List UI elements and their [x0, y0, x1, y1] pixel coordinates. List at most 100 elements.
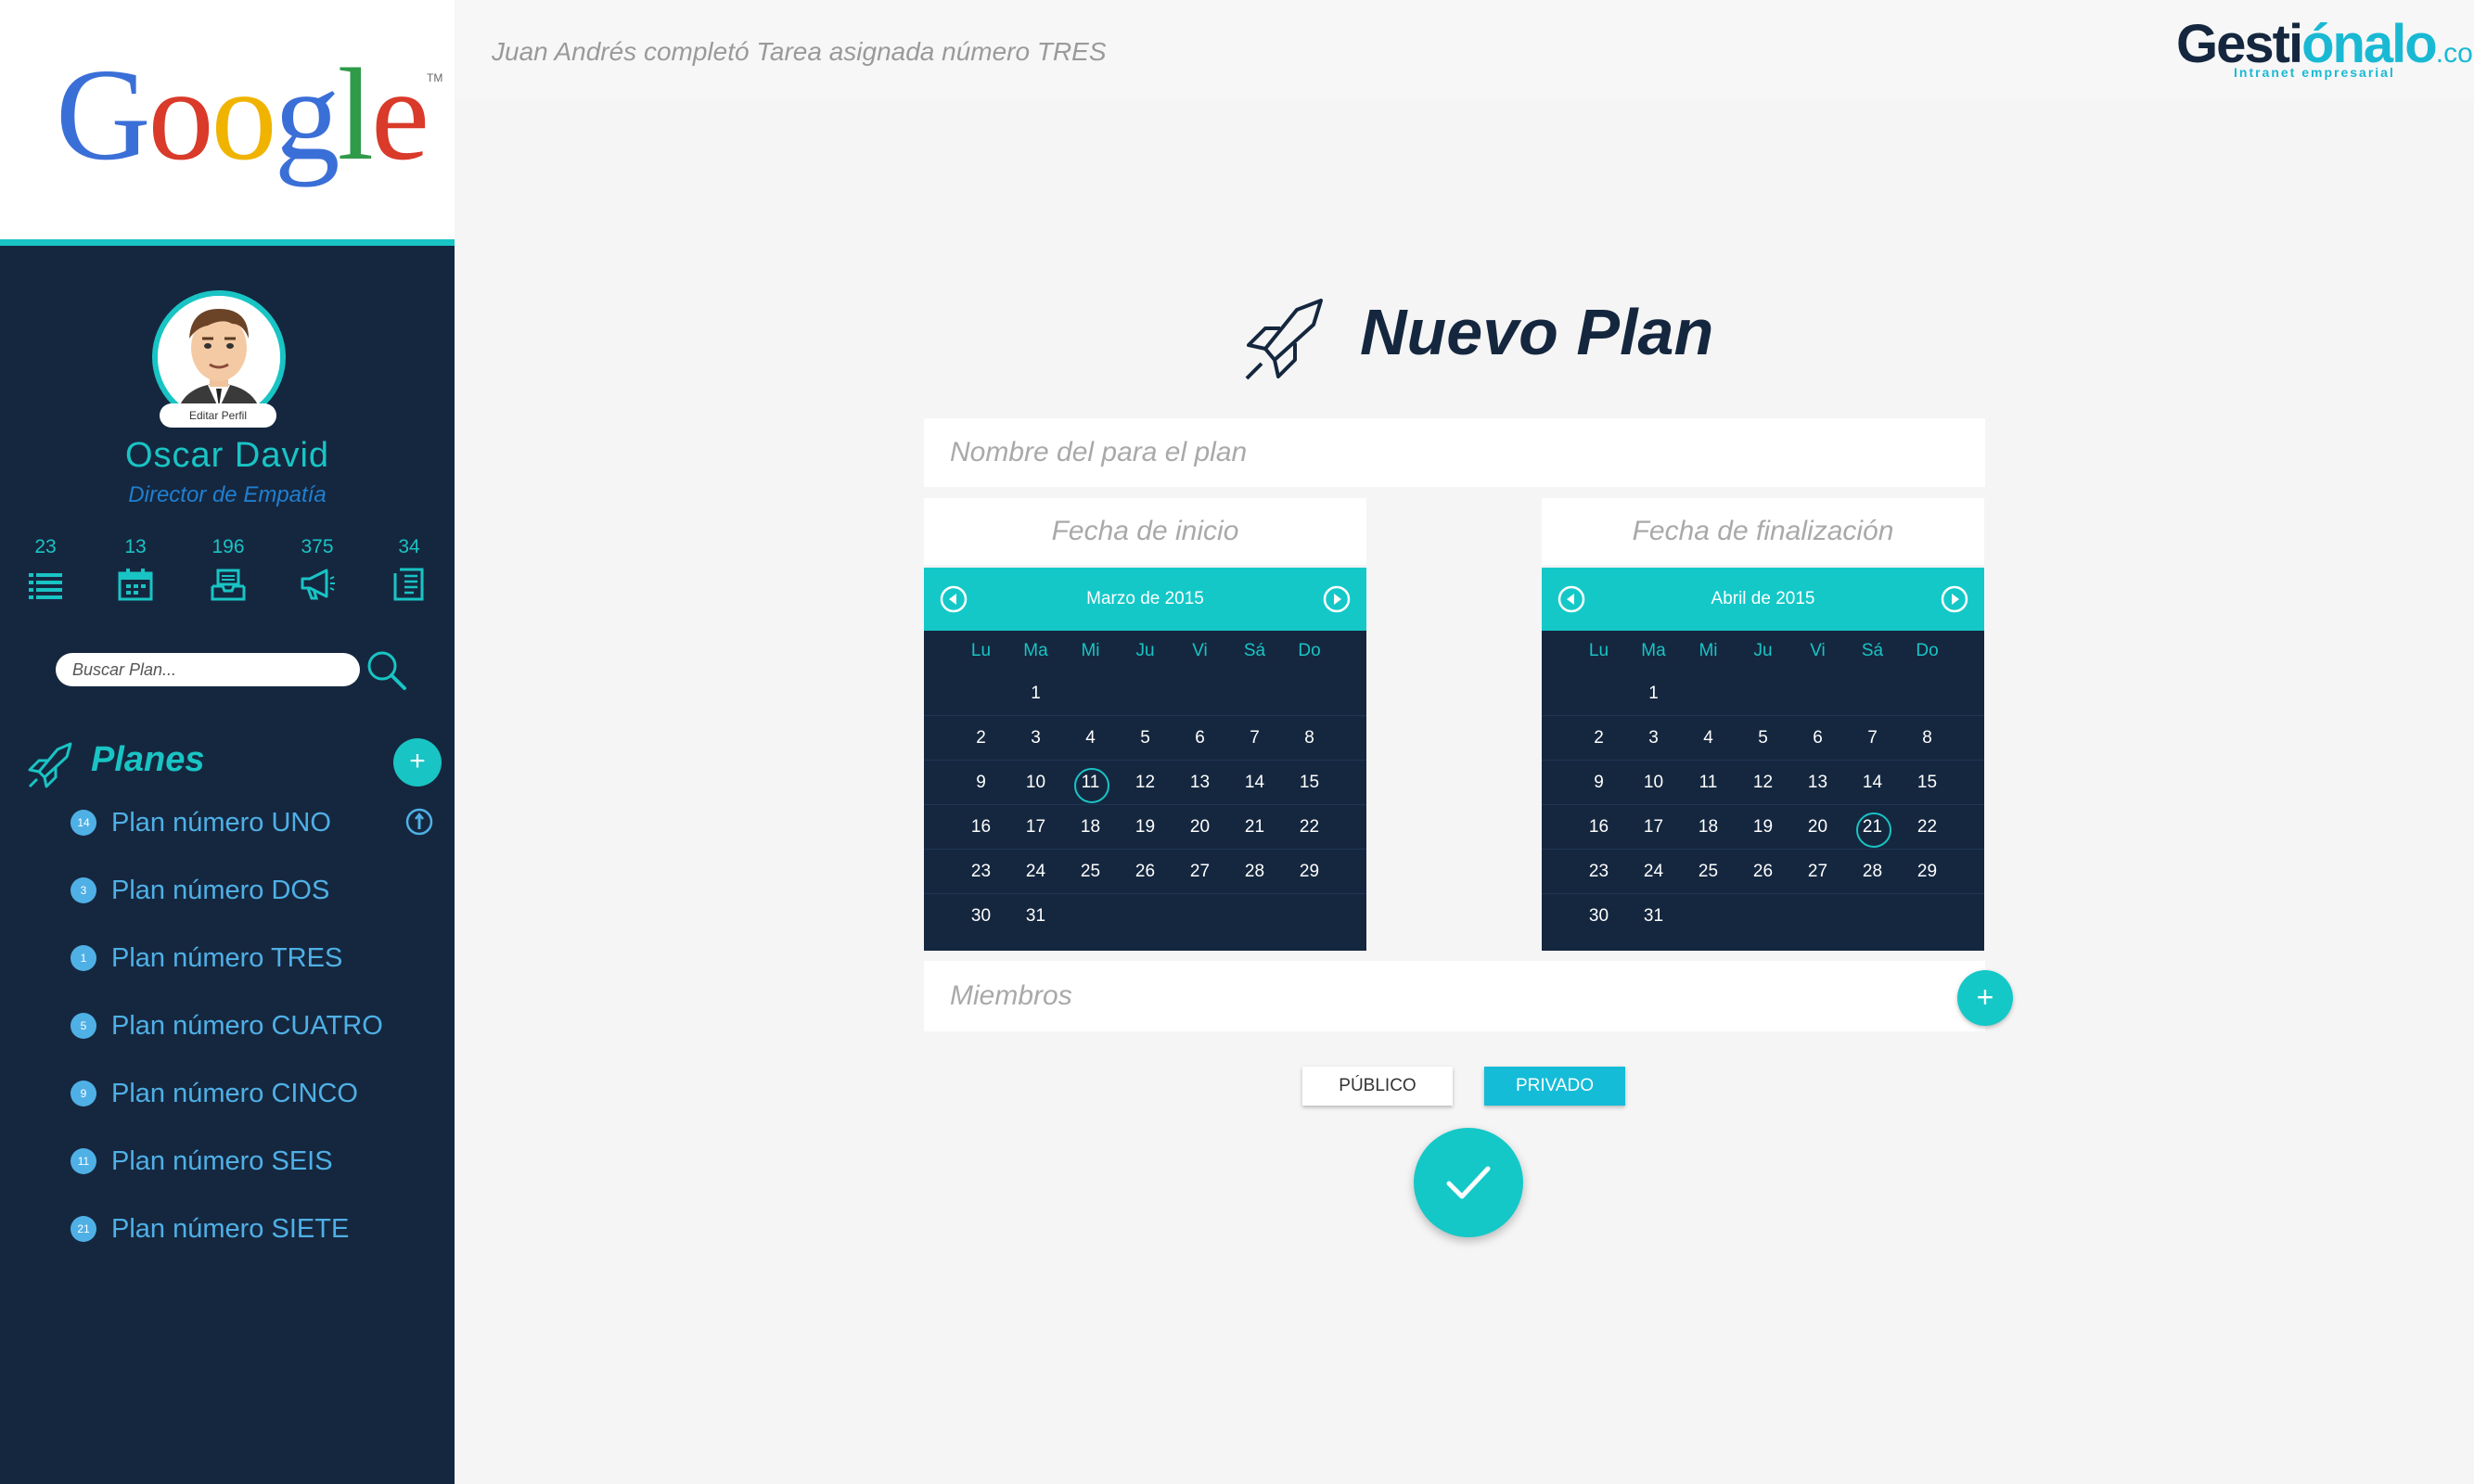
calendar-day[interactable]: 19 — [1736, 805, 1790, 849]
plan-label: Plan número SIETE — [111, 1213, 350, 1244]
calendar-day[interactable]: 16 — [954, 805, 1008, 849]
plan-item-cuatro[interactable]: 5 Plan número CUATRO — [71, 1007, 383, 1044]
calendar-day[interactable]: 10 — [1626, 761, 1681, 804]
calendar-day[interactable]: 7 — [1845, 716, 1900, 760]
plan-item-uno[interactable]: 14 Plan número UNO — [71, 804, 331, 841]
members-input[interactable] — [924, 961, 1985, 1031]
calendar-day[interactable]: 3 — [1626, 716, 1681, 760]
calendar-day[interactable]: 4 — [1063, 716, 1118, 760]
calendar-day[interactable]: 2 — [1571, 716, 1626, 760]
calendar-day[interactable]: 26 — [1118, 850, 1173, 893]
calendar-day[interactable]: 15 — [1282, 761, 1337, 804]
calendar-day[interactable]: 13 — [1790, 761, 1845, 804]
calendar-day[interactable]: 15 — [1900, 761, 1955, 804]
selected-day[interactable]: 11 — [1063, 761, 1118, 804]
calendar-day[interactable]: 31 — [1626, 894, 1681, 939]
stat-inbox[interactable]: 196 — [200, 536, 256, 601]
calendar-day[interactable]: 27 — [1173, 850, 1227, 893]
calendar-day[interactable]: 23 — [1571, 850, 1626, 893]
calendar-day[interactable]: 22 — [1900, 805, 1955, 849]
start-date-label: Fecha de inicio — [924, 498, 1366, 565]
previous-month-icon[interactable] — [1557, 584, 1586, 614]
calendar-day[interactable]: 18 — [1063, 805, 1118, 849]
plan-item-seis[interactable]: 11 Plan número SEIS — [71, 1143, 333, 1180]
plan-item-cinco[interactable]: 9 Plan número CINCO — [71, 1075, 358, 1112]
calendar-day[interactable]: 1 — [1008, 672, 1063, 715]
plan-item-tres[interactable]: 1 Plan número TRES — [71, 940, 342, 977]
calendar-day[interactable]: 20 — [1790, 805, 1845, 849]
calendar-day[interactable]: 20 — [1173, 805, 1227, 849]
plan-count-badge: 11 — [71, 1148, 96, 1174]
calendar-day[interactable]: 29 — [1900, 850, 1955, 893]
public-button[interactable]: PÚBLICO — [1302, 1067, 1453, 1106]
calendar-day[interactable]: 27 — [1790, 850, 1845, 893]
plan-count-badge: 21 — [71, 1216, 96, 1242]
stat-events[interactable]: 13 — [108, 536, 163, 601]
calendar-icon — [118, 569, 153, 601]
calendar-day[interactable]: 3 — [1008, 716, 1063, 760]
search-button[interactable] — [365, 649, 408, 692]
calendar-day[interactable]: 8 — [1282, 716, 1337, 760]
calendar-day[interactable]: 14 — [1227, 761, 1282, 804]
calendar-day[interactable]: 17 — [1008, 805, 1063, 849]
calendar-day[interactable]: 22 — [1282, 805, 1337, 849]
page-title: Nuevo Plan — [1360, 296, 1714, 368]
calendar-day[interactable]: 30 — [1571, 894, 1626, 939]
search-input[interactable] — [56, 653, 360, 686]
calendar-grid: Lu Ma Mi Ju Vi Sá Do 1 2345678 9 10 11 12 13… — [1542, 631, 1984, 939]
calendar-day[interactable]: 25 — [1063, 850, 1118, 893]
calendar-day[interactable]: 12 — [1736, 761, 1790, 804]
calendar-day[interactable]: 7 — [1227, 716, 1282, 760]
plan-item-dos[interactable]: 3 Plan número DOS — [71, 872, 329, 909]
start-date-calendar: Marzo de 2015 Lu Ma Mi Ju Vi Sá Do 1 234… — [924, 568, 1366, 951]
calendar-day[interactable]: 31 — [1008, 894, 1063, 939]
calendar-day[interactable]: 9 — [954, 761, 1008, 804]
stat-tasks[interactable]: 23 — [18, 536, 73, 601]
calendar-day[interactable]: 2 — [954, 716, 1008, 760]
calendar-day[interactable]: 28 — [1845, 850, 1900, 893]
calendar-day[interactable]: 1 — [1626, 672, 1681, 715]
calendar-day[interactable]: 19 — [1118, 805, 1173, 849]
weekday-label: Lu — [970, 641, 992, 660]
info-icon[interactable] — [404, 807, 434, 837]
calendar-day[interactable]: 26 — [1736, 850, 1790, 893]
calendar-day[interactable]: 24 — [1008, 850, 1063, 893]
calendar-day[interactable]: 18 — [1681, 805, 1736, 849]
weekday-label: Ju — [1753, 641, 1773, 660]
add-plan-button[interactable]: + — [393, 738, 442, 787]
calendar-day[interactable]: 8 — [1900, 716, 1955, 760]
calendar-day[interactable]: 9 — [1571, 761, 1626, 804]
calendar-day[interactable]: 13 — [1173, 761, 1227, 804]
activity-notification[interactable]: Juan Andrés completó Tarea asignada núme… — [492, 37, 1107, 67]
calendar-day[interactable]: 12 — [1118, 761, 1173, 804]
previous-month-icon[interactable] — [939, 584, 968, 614]
stat-announcements[interactable]: 375 — [289, 536, 345, 601]
calendar-day[interactable]: 6 — [1790, 716, 1845, 760]
calendar-day[interactable]: 16 — [1571, 805, 1626, 849]
selected-day[interactable]: 21 — [1845, 805, 1900, 849]
edit-profile-button[interactable]: Editar Perfil — [160, 403, 276, 428]
plan-name-input[interactable] — [924, 418, 1985, 487]
calendar-day[interactable]: 21 — [1227, 805, 1282, 849]
calendar-day[interactable]: 14 — [1845, 761, 1900, 804]
calendar-day[interactable]: 25 — [1681, 850, 1736, 893]
next-month-icon[interactable] — [1322, 584, 1352, 614]
calendar-day[interactable]: 10 — [1008, 761, 1063, 804]
calendar-day[interactable]: 28 — [1227, 850, 1282, 893]
add-member-button[interactable]: + — [1957, 970, 2013, 1026]
calendar-day[interactable]: 4 — [1681, 716, 1736, 760]
calendar-day[interactable]: 11 — [1681, 761, 1736, 804]
next-month-icon[interactable] — [1940, 584, 1969, 614]
calendar-day[interactable]: 17 — [1626, 805, 1681, 849]
calendar-day[interactable]: 5 — [1736, 716, 1790, 760]
calendar-day[interactable]: 5 — [1118, 716, 1173, 760]
submit-button[interactable] — [1414, 1128, 1523, 1237]
private-button[interactable]: PRIVADO — [1484, 1067, 1625, 1106]
calendar-day[interactable]: 24 — [1626, 850, 1681, 893]
stat-documents[interactable]: 34 — [381, 536, 437, 601]
calendar-day[interactable]: 29 — [1282, 850, 1337, 893]
calendar-day[interactable]: 23 — [954, 850, 1008, 893]
calendar-day[interactable]: 30 — [954, 894, 1008, 939]
plan-item-siete[interactable]: 21 Plan número SIETE — [71, 1210, 349, 1247]
calendar-day[interactable]: 6 — [1173, 716, 1227, 760]
